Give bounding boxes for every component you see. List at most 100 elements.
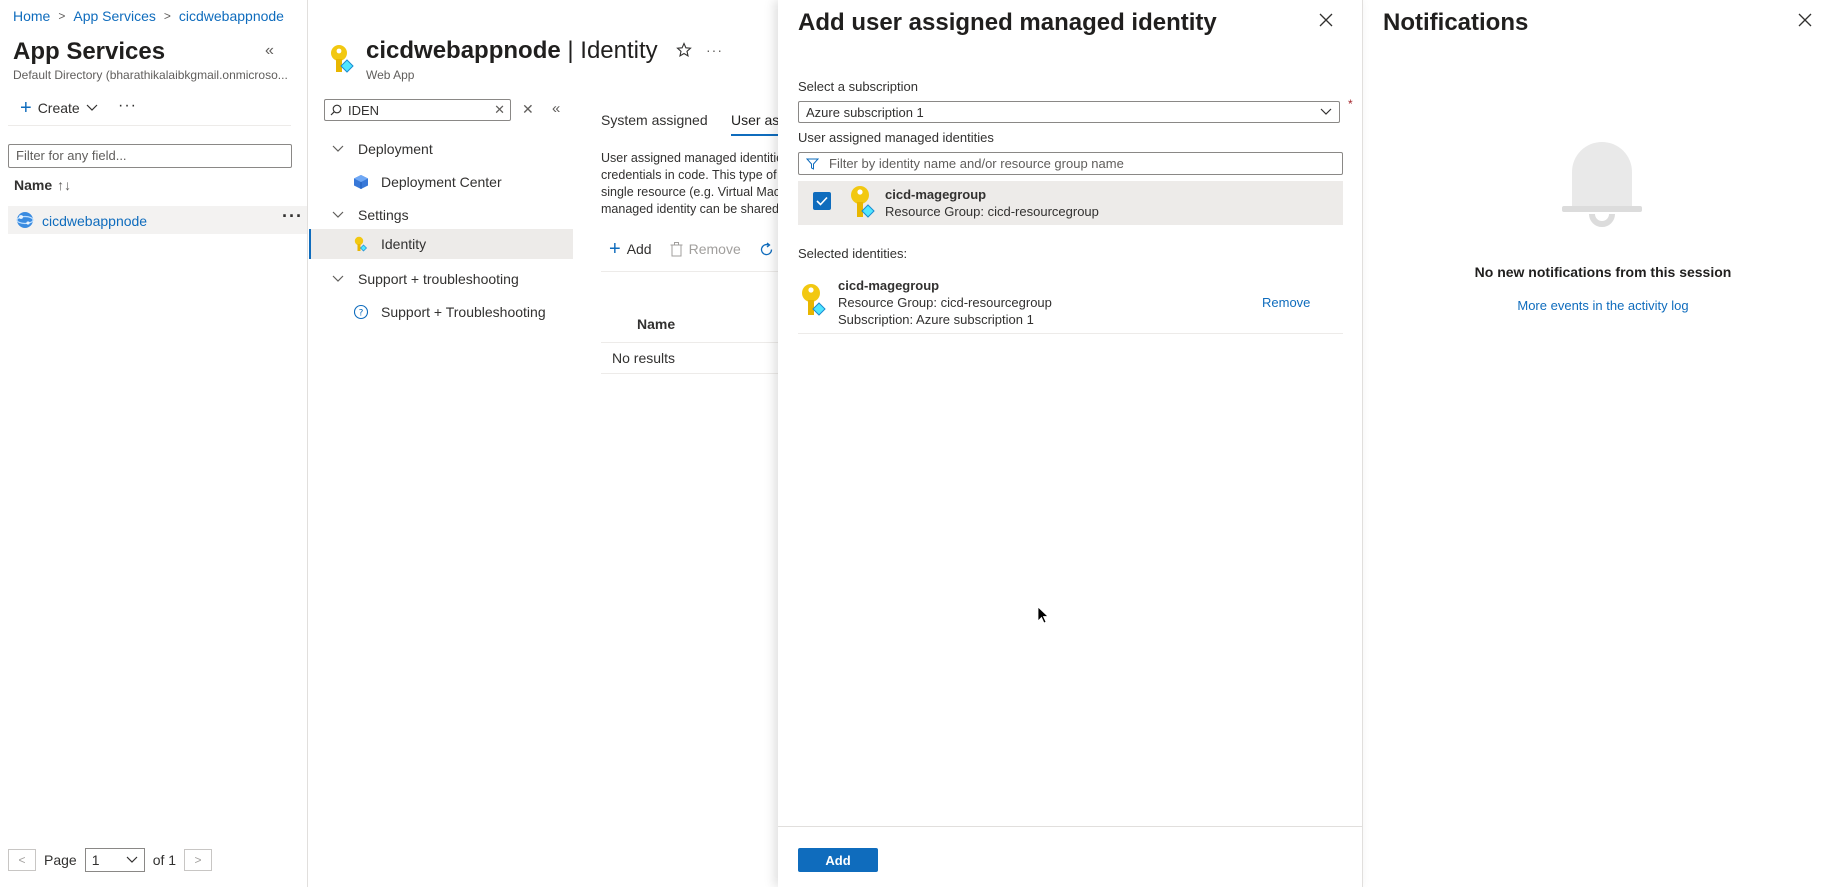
resource-title: cicdwebappnode: [366, 37, 561, 64]
add-identity-button[interactable]: + Add: [609, 238, 652, 260]
page-value: 1: [91, 852, 100, 868]
managed-identity-icon: [800, 283, 826, 317]
menu-item-identity[interactable]: Identity: [309, 229, 573, 259]
menu-group-label: Deployment: [358, 141, 433, 157]
description: User assigned managed identities enable …: [601, 150, 778, 218]
description-line: managed identity can be shared across mu…: [601, 202, 778, 216]
key-icon: [353, 236, 373, 252]
menu-item-deployment-center[interactable]: Deployment Center: [309, 167, 573, 197]
notifications-empty-text: No new notifications from this session: [1474, 264, 1732, 280]
page-select[interactable]: 1: [84, 848, 145, 872]
selected-identity-subscription: Subscription: Azure subscription 1: [838, 312, 1034, 327]
menu-search-input[interactable]: IDEN ✕: [324, 99, 511, 121]
description-line: credentials in code. This type of manage…: [601, 168, 778, 182]
page-count: of 1: [152, 852, 177, 868]
create-button[interactable]: + Create: [20, 97, 98, 119]
selected-identities-label: Selected identities:: [798, 246, 908, 261]
chevron-down-icon: [332, 275, 352, 283]
resource-link[interactable]: cicdwebappnode: [42, 213, 147, 229]
subscription-label: Select a subscription: [798, 79, 918, 94]
prev-page-button[interactable]: <: [8, 849, 36, 871]
menu-group-settings[interactable]: Settings: [309, 200, 573, 230]
svg-text:?: ?: [359, 309, 364, 319]
description-line: single resource (e.g. Virtual Machine) c…: [601, 185, 778, 199]
divider: [601, 271, 778, 272]
add-label: Add: [626, 241, 652, 257]
sort-icon: ↑↓: [57, 177, 72, 193]
chevron-down-icon: [126, 856, 138, 864]
name-column-header[interactable]: Name: [637, 316, 675, 332]
plus-icon: +: [609, 238, 621, 260]
pagination: < Page 1 of 1 >: [8, 848, 213, 872]
selected-identity-name: cicd-magegroup: [838, 278, 940, 293]
menu-group-deployment[interactable]: Deployment: [309, 134, 573, 164]
identity-name: cicd-magegroup: [885, 187, 987, 202]
identity-checkbox[interactable]: [813, 192, 831, 210]
identity-toolbar: + Add Remove: [609, 238, 774, 260]
divider: [8, 125, 291, 126]
filter-icon: [806, 158, 819, 170]
selected-identity-resource-group: Resource Group: cicd-resourcegroup: [838, 295, 1052, 310]
row-more-icon[interactable]: ···: [282, 206, 303, 227]
menu-item-label: Support + Troubleshooting: [381, 304, 546, 320]
favorite-star-icon[interactable]: [676, 42, 692, 58]
name-column-label: Name: [14, 177, 53, 193]
close-icon[interactable]: [1319, 13, 1333, 27]
subscription-value: Azure subscription 1: [806, 104, 924, 120]
mouse-cursor-icon: [1037, 606, 1049, 624]
menu-item-label: Deployment Center: [381, 174, 502, 190]
activity-log-link[interactable]: More events in the activity log: [1383, 298, 1823, 313]
identities-label: User assigned managed identities: [798, 130, 994, 145]
page-label: Page: [44, 852, 77, 868]
next-page-button[interactable]: >: [184, 849, 213, 871]
subscription-select[interactable]: Azure subscription 1: [798, 101, 1340, 123]
menu-group-label: Settings: [358, 207, 409, 223]
active-tab-indicator: [731, 134, 778, 136]
collapse-menu-icon[interactable]: «: [552, 100, 560, 117]
divider: [778, 826, 1363, 827]
help-icon: ?: [353, 304, 373, 320]
pane-title: App Services: [13, 38, 166, 65]
resource-type: Web App: [366, 68, 415, 82]
more-options-icon[interactable]: ···: [706, 42, 723, 58]
menu-group-label: Support + troubleshooting: [358, 271, 519, 287]
filter-input[interactable]: Filter for any field...: [8, 144, 292, 168]
identity-filter-input[interactable]: Filter by identity name and/or resource …: [798, 152, 1343, 175]
clear-icon[interactable]: ✕: [494, 102, 505, 118]
remove-selected-button[interactable]: Remove: [1262, 295, 1310, 310]
bell-icon: [1558, 126, 1646, 230]
section-title: Identity: [580, 37, 658, 64]
page-title: cicdwebappnode | Identity: [366, 37, 658, 65]
refresh-icon[interactable]: [759, 241, 774, 257]
chevron-down-icon: [332, 145, 352, 153]
name-column-header[interactable]: Name ↑↓: [14, 177, 71, 193]
plus-icon: +: [20, 97, 32, 119]
remove-identity-button[interactable]: Remove: [670, 241, 741, 257]
clear-search-icon[interactable]: ✕: [522, 101, 534, 118]
key-icon: [328, 44, 354, 74]
web-app-icon: [16, 211, 34, 229]
tab-user-assigned[interactable]: User assigned: [731, 112, 778, 128]
description-line: User assigned managed identities enable …: [601, 151, 778, 165]
menu-item-label: Identity: [381, 236, 427, 252]
create-label: Create: [37, 100, 80, 116]
notifications-title: Notifications: [1383, 9, 1529, 36]
menu-search-value: IDEN: [348, 102, 380, 118]
tab-system-assigned[interactable]: System assigned: [601, 112, 708, 128]
more-options-icon[interactable]: ···: [118, 97, 137, 115]
menu-item-support-troubleshooting[interactable]: ? Support + Troubleshooting: [309, 297, 573, 327]
close-icon[interactable]: [1798, 13, 1812, 27]
app-services-pane: [0, 0, 308, 887]
managed-identity-icon: [849, 185, 875, 219]
collapse-pane-icon[interactable]: «: [265, 42, 274, 60]
trash-icon: [670, 241, 683, 257]
divider: [601, 373, 778, 374]
add-button[interactable]: Add: [798, 848, 878, 872]
chevron-down-icon: [1320, 108, 1332, 116]
menu-group-support[interactable]: Support + troubleshooting: [309, 264, 573, 294]
required-indicator: *: [1348, 97, 1353, 111]
remove-label: Remove: [688, 241, 741, 257]
chevron-down-icon: [332, 211, 352, 219]
filter-placeholder: Filter by identity name and/or resource …: [829, 156, 1124, 171]
title-separator: |: [560, 37, 581, 64]
